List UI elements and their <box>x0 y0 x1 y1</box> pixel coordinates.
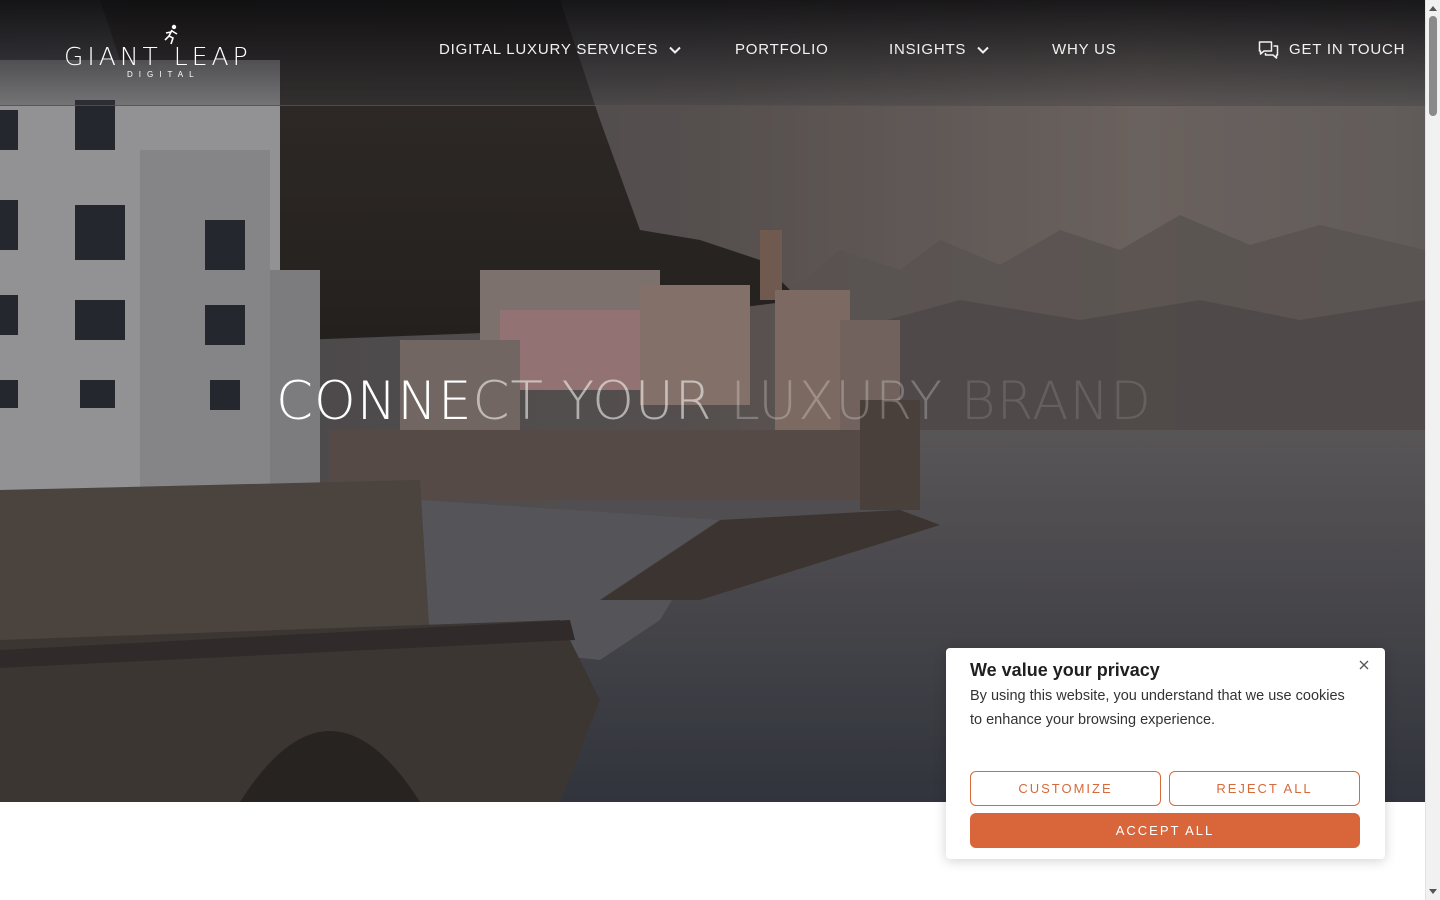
chevron-down-icon <box>669 46 682 54</box>
hero-title: CONNECT YOUR LUXURY BRAND <box>276 370 1152 434</box>
hero-title-part-1: CONNE <box>276 371 473 432</box>
nav-item-label: DIGITAL LUXURY SERVICES <box>439 41 659 58</box>
hero-title-part-2: CT YOUR <box>472 371 713 432</box>
reject-all-button[interactable]: REJECT ALL <box>1169 771 1360 806</box>
nav-item-insights[interactable]: INSIGHTS <box>889 38 990 62</box>
close-icon[interactable] <box>1357 658 1371 672</box>
cookie-text: By using this website, you understand th… <box>970 688 1345 728</box>
nav-item-digital-luxury-services[interactable]: DIGITAL LUXURY SERVICES <box>439 38 682 62</box>
nav-item-label: PORTFOLIO <box>735 41 829 58</box>
site-header: GIANT LEAP DIGITAL DIGITAL LUXURY SERVIC… <box>0 0 1425 106</box>
hero-title-part-3: LUXURY <box>712 371 944 432</box>
hero-title-part-4: BRAND <box>943 371 1152 432</box>
nav-item-why-us[interactable]: WHY US <box>1052 38 1117 62</box>
scroll-down-arrow-icon[interactable] <box>1429 889 1437 894</box>
logo-wordmark: GIANT LEAP <box>64 42 252 71</box>
nav-item-portfolio[interactable]: PORTFOLIO <box>735 38 829 62</box>
page-scrollbar[interactable] <box>1425 0 1440 900</box>
below-fold-text-fragment <box>34 884 42 900</box>
nav-item-label: INSIGHTS <box>889 41 967 58</box>
scrollbar-thumb[interactable] <box>1429 16 1437 116</box>
get-in-touch-label: GET IN TOUCH <box>1289 41 1406 58</box>
scroll-up-arrow-icon[interactable] <box>1429 6 1437 11</box>
below-fold-text-strip <box>0 884 1425 900</box>
accept-all-button[interactable]: ACCEPT ALL <box>970 813 1360 848</box>
nav-item-label: WHY US <box>1052 41 1117 58</box>
cookie-title: We value your privacy <box>970 660 1160 680</box>
chevron-down-icon <box>977 46 989 54</box>
get-in-touch-link[interactable]: GET IN TOUCH <box>1258 38 1405 62</box>
giant-leap-logo[interactable]: GIANT LEAP DIGITAL <box>64 24 260 84</box>
chat-bubbles-icon <box>1258 41 1279 59</box>
cookie-consent-dialog: We value your privacy By using this webs… <box>946 648 1385 859</box>
logo-subtitle: DIGITAL <box>127 70 200 79</box>
customize-button[interactable]: CUSTOMIZE <box>970 771 1161 806</box>
